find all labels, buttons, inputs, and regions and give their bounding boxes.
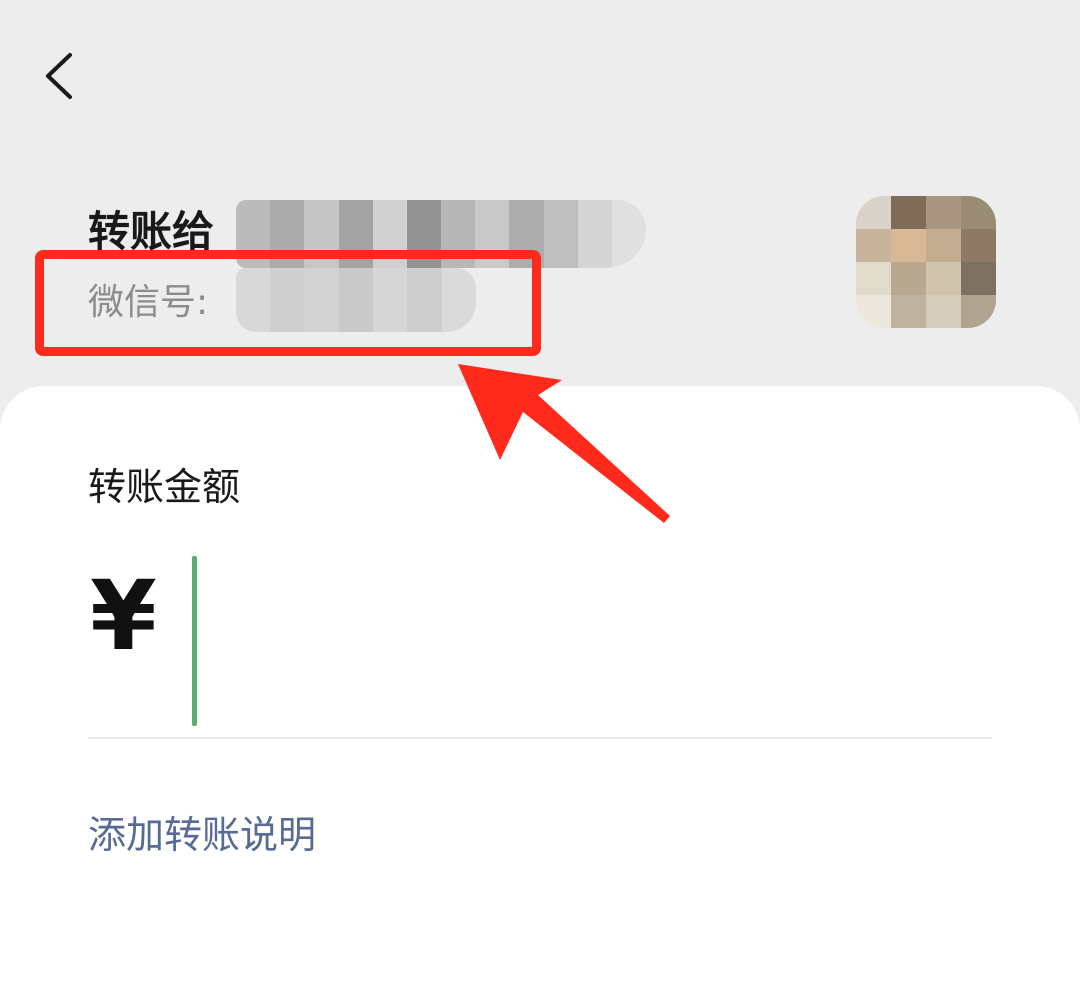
avatar-mosaic-block [891, 295, 926, 328]
avatar-mosaic-block [926, 262, 961, 295]
mosaic-block [270, 200, 305, 268]
avatar-mosaic-block [891, 229, 926, 262]
amount-label: 转账金额 [88, 465, 241, 509]
mosaic-block [407, 268, 442, 332]
mosaic-block [373, 268, 408, 332]
mosaic-block [236, 268, 271, 332]
mosaic-block [304, 268, 339, 332]
avatar-mosaic-block [856, 196, 891, 229]
avatar-mosaic-block [891, 262, 926, 295]
mosaic-block [338, 200, 373, 268]
chevron-left-icon [46, 53, 72, 99]
mosaic-block [441, 200, 476, 268]
avatar-mosaic-block [961, 295, 996, 328]
wechat-id-blurred [236, 268, 476, 332]
add-transfer-note-link[interactable]: 添加转账说明 [88, 804, 316, 859]
avatar-mosaic-block [891, 196, 926, 229]
avatar [856, 196, 996, 328]
avatar-mosaic-block [926, 229, 961, 262]
recipient-title: 转账给 [88, 207, 215, 256]
back-button[interactable] [30, 40, 90, 110]
mosaic-block [509, 200, 544, 268]
avatar-mosaic-block [961, 262, 996, 295]
mosaic-block [236, 200, 271, 268]
avatar-mosaic-block [926, 295, 961, 328]
avatar-mosaic-block [961, 229, 996, 262]
mosaic-block [270, 268, 305, 332]
avatar-mosaic-block [856, 262, 891, 295]
currency-symbol: ¥ [90, 560, 157, 672]
mosaic-block [338, 268, 374, 332]
avatar-mosaic-block [961, 196, 996, 229]
divider [88, 737, 992, 739]
mosaic-block [406, 200, 441, 268]
recipient-name-blurred [236, 200, 646, 268]
mosaic-block [577, 200, 612, 268]
amount-input[interactable] [190, 555, 990, 727]
mosaic-block [475, 200, 510, 268]
mosaic-block [304, 200, 339, 268]
mosaic-block [611, 200, 646, 268]
wechat-id-label: 微信号: [88, 282, 209, 323]
text-cursor [192, 556, 197, 726]
avatar-mosaic-block [856, 229, 891, 262]
mosaic-block [441, 268, 476, 332]
mosaic-block [543, 200, 578, 268]
mosaic-block [372, 200, 407, 268]
avatar-mosaic-block [926, 196, 961, 229]
avatar-mosaic-block [856, 295, 891, 328]
